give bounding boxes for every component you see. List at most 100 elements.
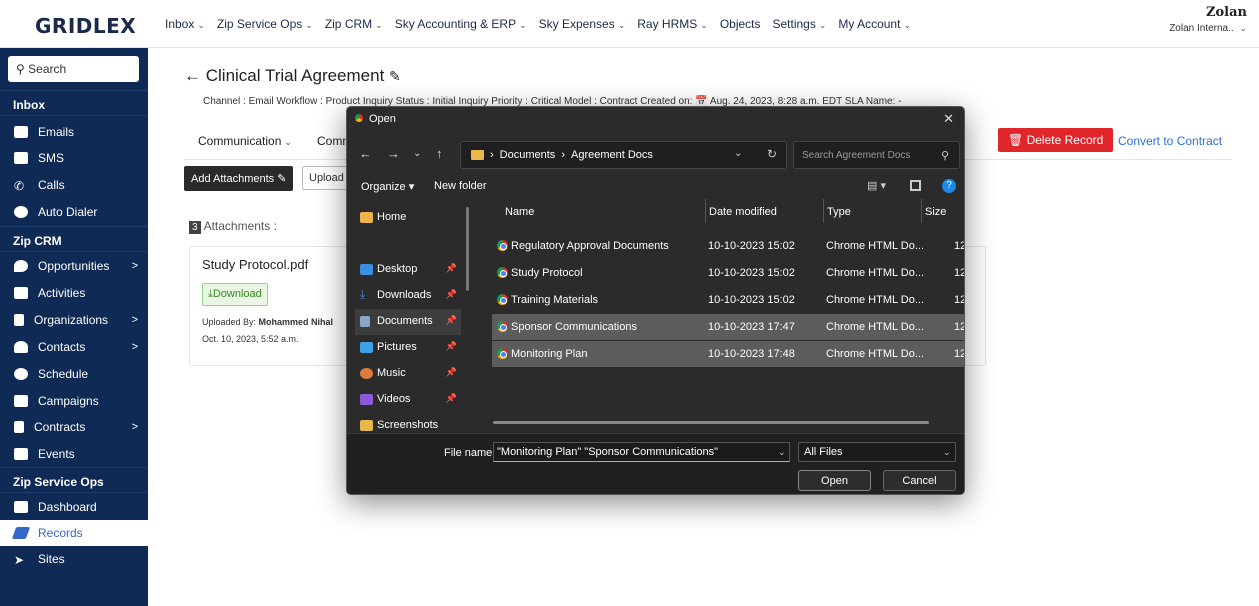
preview-pane-icon[interactable] xyxy=(910,180,921,191)
pin-icon[interactable]: 📌 xyxy=(446,341,457,352)
nav-downloads[interactable]: ⤓ Downloads 📌 xyxy=(355,283,461,309)
sidebar-item-records[interactable]: Records xyxy=(0,520,148,546)
nav-sky-accounting[interactable]: Sky Accounting & ERP ⌄ xyxy=(395,17,527,31)
nav-zip-crm[interactable]: Zip CRM ⌄ xyxy=(325,17,383,31)
cancel-button[interactable]: Cancel xyxy=(883,470,956,491)
convert-to-contract-link[interactable]: Convert to Contract xyxy=(1118,134,1222,148)
recent-locations-icon[interactable]: ⌄ xyxy=(413,148,421,159)
top-navbar: GRIDLEX Inbox ⌄ Zip Service Ops ⌄ Zip CRM ⌄… xyxy=(0,0,1259,48)
nav-documents[interactable]: Documents 📌 xyxy=(355,309,461,335)
dialog-search-input[interactable]: Search Agreement Docs ⚲ xyxy=(793,141,960,169)
sidebar-search-input[interactable]: ⚲ Search xyxy=(8,56,139,82)
sidebar-item-organizations[interactable]: Organizations > xyxy=(0,307,148,333)
nav-scrollbar[interactable] xyxy=(466,207,469,291)
sidebar-item-auto-dialer[interactable]: Auto Dialer xyxy=(0,199,148,225)
close-icon[interactable]: ✕ xyxy=(943,111,954,127)
delete-record-button[interactable]: 🗑 Delete Record xyxy=(998,128,1114,152)
home-icon xyxy=(360,212,373,223)
nav-desktop[interactable]: Desktop 📌 xyxy=(355,257,461,283)
file-row-selected[interactable]: Monitoring Plan 10-10-2023 17:48 Chrome HT… xyxy=(492,341,964,367)
search-icon: ⚲ xyxy=(940,150,949,162)
up-arrow-icon[interactable]: ↑ xyxy=(436,146,443,161)
chrome-icon xyxy=(353,112,365,124)
column-name[interactable]: Name xyxy=(505,206,534,218)
clock-icon xyxy=(14,368,28,380)
file-type-select[interactable]: All Files xyxy=(798,442,956,462)
nav-pictures[interactable]: Pictures 📌 xyxy=(355,335,461,361)
file-row-selected[interactable]: Sponsor Communications 10-10-2023 17:47 Ch… xyxy=(492,314,964,340)
back-arrow-icon[interactable]: ← xyxy=(359,146,372,161)
nav-home[interactable]: Home xyxy=(355,205,461,231)
email-icon xyxy=(14,126,28,138)
sidebar-item-opportunities[interactable]: Opportunities > xyxy=(0,253,148,279)
pin-icon[interactable]: 📌 xyxy=(446,289,457,300)
app-logo[interactable]: GRIDLEX xyxy=(35,14,136,38)
dialog-toolbar: Organize ▾ New folder ▤ ▾ ? xyxy=(347,177,964,199)
sidebar-item-contracts[interactable]: Contracts > xyxy=(0,414,148,440)
sidebar-item-schedule[interactable]: Schedule xyxy=(0,361,148,387)
nav-settings[interactable]: Settings ⌄ xyxy=(773,17,827,31)
sidebar-item-activities[interactable]: Activities xyxy=(0,280,148,306)
nav-objects[interactable]: Objects xyxy=(720,17,761,31)
column-size[interactable]: Size xyxy=(925,206,946,218)
view-options-icon[interactable]: ▤ ▾ xyxy=(867,179,886,192)
chevron-down-icon[interactable]: ⌄ xyxy=(943,447,951,458)
file-row[interactable]: Training Materials 10-10-2023 15:02 Chrome… xyxy=(492,287,964,313)
upload-button[interactable]: Upload xyxy=(302,166,352,190)
sidebar-item-events[interactable]: Events xyxy=(0,441,148,467)
open-button[interactable]: Open xyxy=(798,470,871,491)
new-folder-button[interactable]: New folder xyxy=(434,180,487,192)
pin-icon[interactable]: 📌 xyxy=(446,263,457,274)
nav-videos[interactable]: Videos 📌 xyxy=(355,387,461,413)
sidebar-item-calls[interactable]: ✆ Calls xyxy=(0,172,148,198)
chevron-down-icon[interactable]: ⌄ xyxy=(778,447,786,458)
file-row[interactable]: Study Protocol 10-10-2023 15:02 Chrome HTM… xyxy=(492,260,964,286)
edit-icon[interactable]: ✎ xyxy=(389,68,401,84)
nav-zip-service-ops[interactable]: Zip Service Ops ⌄ xyxy=(217,17,313,31)
sidebar-item-dashboard[interactable]: Dashboard xyxy=(0,494,148,520)
sidebar-item-sms[interactable]: SMS xyxy=(0,145,148,171)
add-attachments-button[interactable]: Add Attachments ✎ xyxy=(184,166,294,191)
nav-my-account[interactable]: My Account ⌄ xyxy=(838,17,911,31)
column-type[interactable]: Type xyxy=(827,206,851,218)
chevron-down-icon: ⌄ xyxy=(818,20,827,30)
nav-sky-expenses[interactable]: Sky Expenses ⌄ xyxy=(539,17,626,31)
file-name-input[interactable]: "Monitoring Plan" "Sponsor Communication… xyxy=(493,442,790,462)
chevron-down-icon: ⌄ xyxy=(197,20,205,30)
records-icon xyxy=(11,527,31,539)
column-date-modified[interactable]: Date modified xyxy=(709,206,777,218)
column-divider[interactable] xyxy=(823,199,824,223)
help-icon[interactable]: ? xyxy=(942,179,956,193)
sidebar-item-contacts[interactable]: Contacts > xyxy=(0,334,148,360)
refresh-icon[interactable]: ↻ xyxy=(767,147,777,161)
chevron-right-icon: > xyxy=(131,341,138,353)
download-button[interactable]: ⤓Download xyxy=(202,283,268,306)
back-arrow-icon[interactable]: ← xyxy=(184,66,201,85)
building-icon xyxy=(14,314,24,326)
column-divider[interactable] xyxy=(705,199,706,223)
chevron-down-icon[interactable]: ⌄ xyxy=(734,148,742,159)
nav-music[interactable]: Music 📌 xyxy=(355,361,461,387)
organize-menu[interactable]: Organize ▾ xyxy=(361,180,414,193)
sidebar-item-sites[interactable]: ➤ Sites xyxy=(0,546,148,572)
user-menu[interactable]: Zolan Zolan Interna.. ⌄ xyxy=(1169,5,1247,34)
forward-arrow-icon[interactable]: → xyxy=(387,146,400,161)
chrome-icon xyxy=(497,321,508,332)
nav-ray-hrms[interactable]: Ray HRMS ⌄ xyxy=(637,17,708,31)
sidebar-item-emails[interactable]: Emails xyxy=(0,119,148,145)
pin-icon[interactable]: 📌 xyxy=(446,393,457,404)
path-documents[interactable]: Documents xyxy=(500,149,556,161)
sidebar-item-campaigns[interactable]: Campaigns xyxy=(0,388,148,414)
file-row[interactable]: Regulatory Approval Documents 10-10-2023 … xyxy=(492,233,964,259)
pin-icon[interactable]: 📌 xyxy=(446,367,457,378)
user-name: Zolan Interna.. ⌄ xyxy=(1169,23,1247,34)
dialer-icon xyxy=(14,206,28,218)
tab-communication[interactable]: Communication ⌄ xyxy=(198,134,292,148)
pin-icon[interactable]: 📌 xyxy=(446,315,457,326)
file-list-scrollbar[interactable] xyxy=(493,421,929,424)
nav-inbox[interactable]: Inbox ⌄ xyxy=(165,17,205,31)
file-open-dialog: Open ✕ ← → ⌄ ↑ › Documents › Agreement D… xyxy=(346,106,965,495)
path-agreement-docs[interactable]: Agreement Docs xyxy=(571,149,653,161)
column-divider[interactable] xyxy=(921,199,922,223)
chevron-right-icon: > xyxy=(131,314,138,326)
